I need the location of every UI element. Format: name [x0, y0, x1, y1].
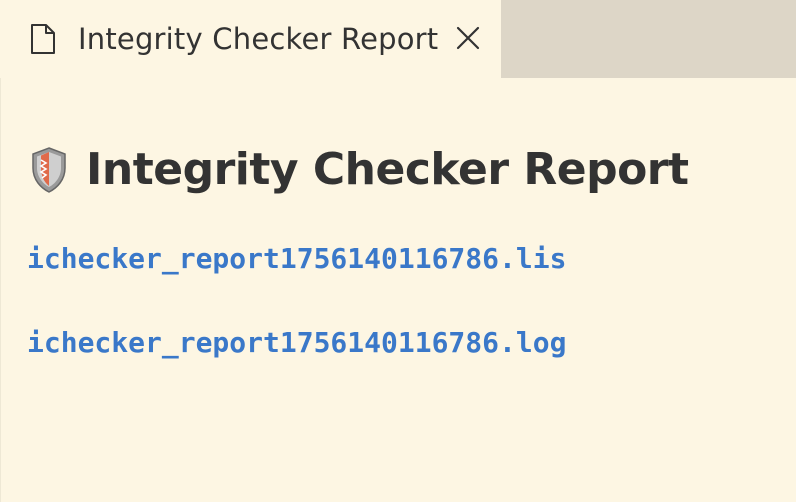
- tab-bar: Integrity Checker Report: [0, 0, 796, 78]
- page-title: Integrity Checker Report: [86, 144, 689, 195]
- report-lis-link[interactable]: ichecker_report1756140116786.lis: [27, 242, 566, 275]
- tab-integrity-checker-report[interactable]: Integrity Checker Report: [0, 0, 501, 78]
- tab-label: Integrity Checker Report: [78, 22, 439, 56]
- report-log-link[interactable]: ichecker_report1756140116786.log: [27, 326, 566, 359]
- report-heading: Integrity Checker Report: [29, 144, 689, 195]
- shield-icon: [29, 146, 69, 194]
- close-icon[interactable]: [452, 22, 484, 54]
- report-content: Integrity Checker Report ichecker_report…: [0, 78, 796, 502]
- file-icon: [30, 22, 60, 56]
